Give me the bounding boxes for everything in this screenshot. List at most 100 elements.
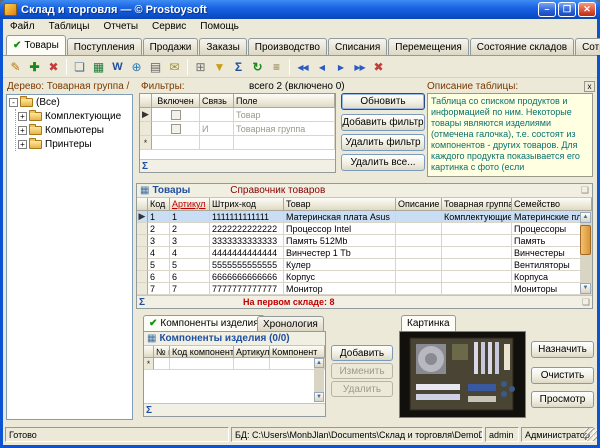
table-row[interactable]: 3 3 3333333333333 Память 512Mb Память (137, 235, 592, 247)
tree-panel-icon[interactable]: ≡ (267, 58, 286, 76)
refresh-icon[interactable]: ↻ (248, 58, 267, 76)
email-icon[interactable]: ✉ (165, 58, 184, 76)
scroll-thumb[interactable] (580, 225, 591, 255)
tab-sales[interactable]: Продажи (143, 38, 199, 55)
col-barcode[interactable]: Штрих-код (210, 198, 284, 211)
col-description[interactable]: Описание (396, 198, 442, 211)
scroll-up-icon[interactable]: ▲ (314, 358, 324, 368)
refresh-button[interactable]: Обновить (341, 93, 425, 110)
col-field[interactable]: Поле (234, 94, 335, 108)
menu-service[interactable]: Сервис (145, 20, 193, 33)
expander-icon[interactable]: + (18, 112, 27, 121)
scroll-down-icon[interactable]: ▼ (580, 283, 591, 294)
close-button[interactable]: ✕ (578, 2, 596, 17)
scroll-down-icon[interactable]: ▼ (314, 392, 324, 402)
stock-summary: На первом складе: 8 (243, 297, 334, 307)
col-code[interactable]: Код (148, 198, 170, 211)
nav-prev-icon[interactable]: ◀ (312, 58, 331, 76)
maximize-button[interactable]: ❐ (558, 2, 576, 17)
scroll-up-icon[interactable]: ▲ (580, 212, 591, 223)
filter-row[interactable]: И Товарная группа (140, 122, 335, 136)
tab-picture[interactable]: Картинка (401, 315, 456, 331)
delete-filter-button[interactable]: Удалить фильтр (341, 134, 425, 151)
calculator-icon[interactable]: ⊞ (191, 58, 210, 76)
col-component[interactable]: Компонент (270, 346, 325, 358)
toolbar-separator (66, 59, 67, 75)
col-link[interactable]: Связь (200, 94, 234, 108)
menu-tables[interactable]: Таблицы (42, 20, 97, 33)
tree-item-all[interactable]: - (Все) (7, 95, 132, 109)
filter-new-row[interactable]: * (140, 136, 335, 150)
tab-components[interactable]: ✔ Компоненты изделия (143, 315, 265, 331)
description-close-icon[interactable]: x (584, 81, 595, 92)
table-row[interactable]: 7 7 7777777777777 Монитор Мониторы (137, 283, 592, 295)
col-product[interactable]: Товар (284, 198, 396, 211)
filter-icon[interactable]: ▼ (210, 58, 229, 76)
menu-reports[interactable]: Отчеты (96, 20, 145, 33)
sum-icon[interactable]: Σ (229, 58, 248, 76)
expander-icon[interactable]: + (18, 140, 27, 149)
minimize-button[interactable]: – (538, 2, 556, 17)
col-number[interactable]: № п (154, 346, 170, 358)
nav-first-icon[interactable]: ◀◀ (293, 58, 312, 76)
folder-icon (29, 126, 42, 135)
export-html-icon[interactable]: ⊕ (127, 58, 146, 76)
copy-icon[interactable]: ❏ (70, 58, 89, 76)
export-word-icon[interactable]: W (108, 58, 127, 76)
products-scrollbar[interactable]: ▲ ▼ (580, 212, 591, 294)
tab-warehouse-state[interactable]: Состояние складов (470, 38, 574, 55)
title-bar[interactable]: Склад и торговля — © Prostoysoft – ❐ ✕ (0, 0, 600, 19)
tab-production[interactable]: Производство (248, 38, 327, 55)
tab-employees[interactable]: Сотрудники (575, 38, 600, 55)
menu-help[interactable]: Помощь (193, 20, 246, 33)
add-filter-button[interactable]: Добавить фильтр (341, 114, 425, 131)
cancel-icon[interactable]: ✖ (369, 58, 388, 76)
tab-products[interactable]: ✔ Товары (6, 35, 66, 55)
table-row[interactable]: 6 6 6666666666666 Корпус Корпуса (137, 271, 592, 283)
col-component-code[interactable]: Код компонента (170, 346, 234, 358)
tab-transfers[interactable]: Перемещения (388, 38, 469, 55)
delete-record-icon[interactable]: ✖ (44, 58, 63, 76)
resize-grip[interactable] (584, 428, 597, 441)
tab-orders[interactable]: Заказы (199, 38, 246, 55)
tab-history[interactable]: Хронология (257, 316, 324, 331)
filters-grid: Включен Связь Поле ▶ Товар И Товарная гр… (139, 93, 336, 173)
nav-next-icon[interactable]: ▶ (331, 58, 350, 76)
table-row[interactable]: 5 5 5555555555555 Кулер Вентиляторы (137, 259, 592, 271)
add-record-icon[interactable]: ✚ (25, 58, 44, 76)
menu-file[interactable]: Файл (3, 20, 42, 33)
col-article[interactable]: Артикул (170, 198, 210, 211)
table-row[interactable]: 4 4 4444444444444 Винчестер 1 Tb Винчест… (137, 247, 592, 259)
add-component-button[interactable]: Добавить (331, 345, 393, 361)
components-scrollbar[interactable]: ▲ ▼ (314, 358, 324, 402)
clear-picture-button[interactable]: Очистить (531, 367, 594, 384)
col-article[interactable]: Артикул (234, 346, 270, 358)
edit-icon[interactable]: ✎ (6, 58, 25, 76)
grid-page-icon-bottom[interactable]: ❏ (582, 297, 590, 308)
delete-all-filters-button[interactable]: Удалить все... (341, 154, 425, 171)
table-row[interactable]: ▶ 1 1 1111111111111 Материнская плата As… (137, 211, 592, 223)
component-new-row[interactable]: * (144, 358, 325, 370)
tree-item-printers[interactable]: + Принтеры (16, 137, 132, 151)
filter-enabled-checkbox[interactable] (171, 110, 181, 120)
col-enabled[interactable]: Включен (152, 94, 200, 108)
category-tree: - (Все) + Комплектующие + Компьютеры + П… (6, 94, 133, 420)
tree-item-computers[interactable]: + Компьютеры (16, 123, 132, 137)
tab-writeoffs[interactable]: Списания (328, 38, 387, 55)
print-icon[interactable]: ▤ (146, 58, 165, 76)
tree-item-components[interactable]: + Комплектующие (16, 109, 132, 123)
filter-enabled-checkbox[interactable] (171, 124, 181, 134)
col-family[interactable]: Семейство (512, 198, 592, 211)
table-row[interactable]: 2 2 2222222222222 Процессор Intel Процес… (137, 223, 592, 235)
assign-picture-button[interactable]: Назначить (531, 341, 594, 358)
grid-page-icon-top[interactable]: ❏ (581, 185, 589, 196)
filter-row[interactable]: ▶ Товар (140, 108, 335, 122)
grid-corner (140, 94, 152, 108)
expander-icon[interactable]: - (9, 98, 18, 107)
export-excel-icon[interactable]: ▦ (89, 58, 108, 76)
nav-last-icon[interactable]: ▶▶ (350, 58, 369, 76)
expander-icon[interactable]: + (18, 126, 27, 135)
tab-receipts[interactable]: Поступления (67, 38, 142, 55)
col-group[interactable]: Товарная группа (442, 198, 512, 211)
view-picture-button[interactable]: Просмотр (531, 391, 594, 408)
